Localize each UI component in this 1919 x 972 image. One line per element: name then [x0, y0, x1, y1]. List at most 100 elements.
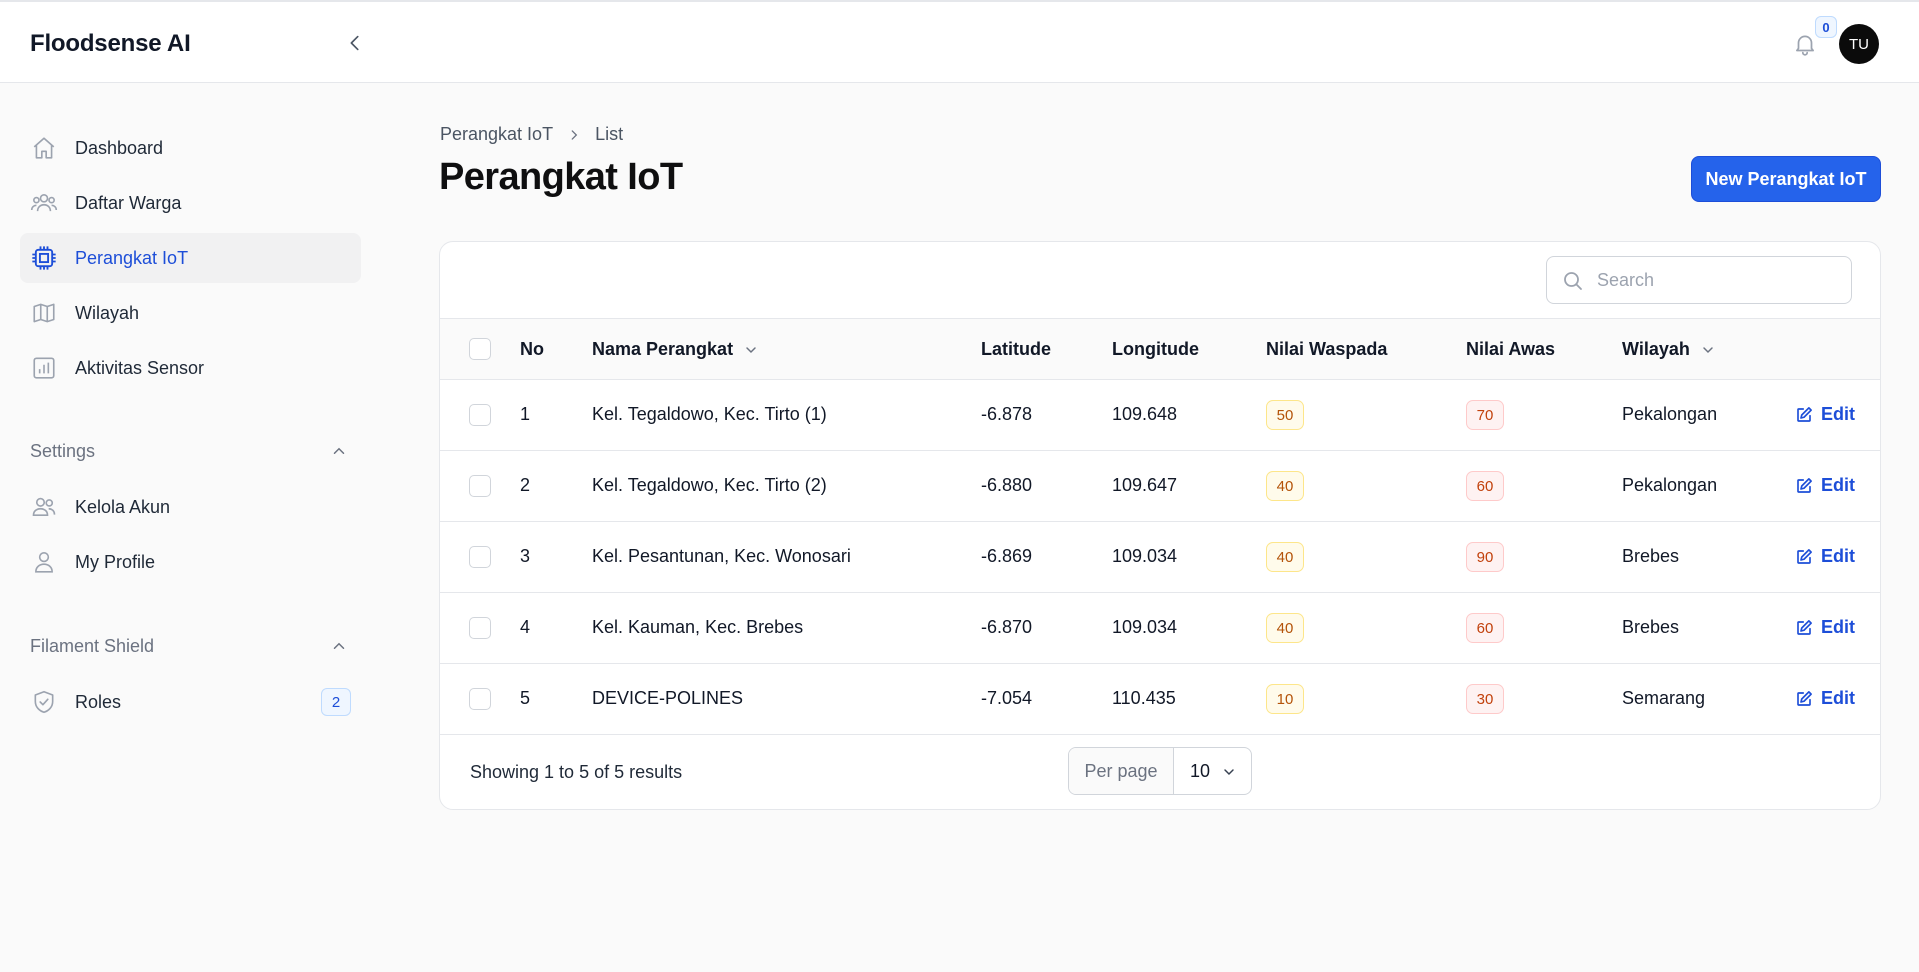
nilai-awas-badge: 60: [1466, 471, 1504, 501]
per-page-dropdown[interactable]: 10: [1174, 748, 1251, 794]
edit-label: Edit: [1821, 404, 1855, 424]
pencil-square-icon: [1795, 477, 1813, 495]
nilai-awas-badge: 90: [1466, 542, 1504, 572]
app-title: Floodsense AI: [30, 30, 191, 57]
results-summary: Showing 1 to 5 of 5 results: [470, 762, 683, 782]
sidebar-item-dashboard[interactable]: Dashboard: [20, 123, 361, 173]
row-checkbox[interactable]: [469, 475, 491, 497]
column-header-label: Nama Perangkat: [592, 339, 734, 359]
cell-no: 3: [520, 546, 531, 566]
sidebar-item-label: My Profile: [75, 551, 156, 572]
sidebar-item-kelola-akun[interactable]: Kelola Akun: [20, 482, 361, 532]
column-header-wilayah[interactable]: Wilayah: [1622, 339, 1716, 360]
edit-button[interactable]: Edit: [1795, 546, 1855, 567]
table-row[interactable]: 4 Kel. Kauman, Kec. Brebes -6.870 109.034 40…: [440, 593, 1880, 664]
sidebar-item-aktivitas-sensor[interactable]: Aktivitas Sensor: [20, 343, 361, 393]
table-row[interactable]: 5 DEVICE-POLINES -7.054 110.435 10 30 Semarang…: [440, 664, 1880, 735]
settings-group-header[interactable]: Settings: [30, 436, 350, 466]
row-checkbox[interactable]: [469, 688, 491, 710]
cell-latitude: -6.869: [981, 546, 1033, 566]
column-header-latitude: Latitude: [981, 339, 1051, 359]
sidebar-item-label: Kelola Akun: [75, 496, 171, 517]
nilai-waspada-badge: 40: [1266, 613, 1304, 643]
cell-wilayah: Semarang: [1622, 688, 1706, 708]
pencil-square-icon: [1795, 619, 1813, 637]
cell-longitude: 109.034: [1112, 617, 1178, 637]
column-header-longitude: Longitude: [1112, 339, 1199, 359]
shield-check-icon: [30, 688, 58, 716]
chart-bar-icon: [30, 354, 58, 382]
user-icon: [30, 548, 58, 576]
cell-nama-perangkat: Kel. Tegaldowo, Kec. Tirto (2): [592, 475, 827, 495]
nilai-waspada-badge: 40: [1266, 542, 1304, 572]
cell-nama-perangkat: Kel. Kauman, Kec. Brebes: [592, 617, 804, 637]
chevron-up-icon: [328, 635, 350, 657]
row-checkbox[interactable]: [469, 617, 491, 639]
nilai-awas-badge: 30: [1466, 684, 1504, 714]
pencil-square-icon: [1795, 548, 1813, 566]
sidebar-item-wilayah[interactable]: Wilayah: [20, 288, 361, 338]
filament-shield-group-header[interactable]: Filament Shield: [30, 631, 350, 661]
sidebar-item-roles[interactable]: Roles 2: [20, 677, 361, 727]
sidebar: Dashboard Daftar Warga Perangkat IoT Wil…: [0, 83, 380, 972]
per-page-value: 10: [1190, 760, 1211, 781]
cell-longitude: 109.647: [1112, 475, 1178, 495]
cell-longitude: 109.648: [1112, 404, 1178, 424]
column-header-nilai-waspada: Nilai Waspada: [1266, 339, 1388, 359]
table-row[interactable]: 2 Kel. Tegaldowo, Kec. Tirto (2) -6.880 109…: [440, 451, 1880, 522]
sidebar-item-label: Wilayah: [75, 302, 140, 323]
column-header-nilai-awas: Nilai Awas: [1466, 339, 1556, 359]
column-header-nama-perangkat[interactable]: Nama Perangkat: [592, 339, 759, 360]
table-row[interactable]: 1 Kel. Tegaldowo, Kec. Tirto (1) -6.878 109…: [440, 380, 1880, 451]
edit-label: Edit: [1821, 688, 1855, 708]
sidebar-item-label: Aktivitas Sensor: [75, 357, 205, 378]
edit-button[interactable]: Edit: [1795, 617, 1855, 638]
pencil-square-icon: [1795, 690, 1813, 708]
sidebar-item-daftar-warga[interactable]: Daftar Warga: [20, 178, 361, 228]
cell-wilayah: Pekalongan: [1622, 475, 1718, 495]
cell-no: 4: [520, 617, 531, 637]
chevron-left-icon: [350, 35, 359, 51]
breadcrumb-current: List: [595, 124, 624, 144]
pencil-square-icon: [1795, 406, 1813, 424]
edit-button[interactable]: Edit: [1795, 688, 1855, 709]
collapse-sidebar-button[interactable]: [340, 28, 370, 58]
sidebar-item-label: Daftar Warga: [75, 192, 182, 213]
nilai-awas-badge: 70: [1466, 400, 1504, 430]
table-header: No Nama Perangkat Latitude Longitude Nil…: [440, 318, 1880, 380]
nilai-waspada-badge: 10: [1266, 684, 1304, 714]
cell-longitude: 109.034: [1112, 546, 1178, 566]
group-label: Settings: [30, 440, 96, 461]
notification-count-badge: 0: [1815, 16, 1837, 38]
sidebar-item-label: Roles: [75, 691, 122, 712]
table-row[interactable]: 3 Kel. Pesantunan, Kec. Wonosari -6.869 109…: [440, 522, 1880, 593]
cell-wilayah: Brebes: [1622, 617, 1680, 637]
page-title: Perangkat IoT: [439, 156, 683, 198]
edit-label: Edit: [1821, 617, 1855, 637]
chevron-right-icon: [567, 128, 581, 142]
edit-button[interactable]: Edit: [1795, 475, 1855, 496]
cell-latitude: -7.054: [981, 688, 1033, 708]
cell-latitude: -6.878: [981, 404, 1033, 424]
users-icon: [30, 493, 58, 521]
per-page-label: Per page: [1069, 748, 1174, 794]
user-avatar[interactable]: TU: [1839, 24, 1879, 64]
cell-wilayah: Brebes: [1622, 546, 1680, 566]
new-perangkat-iot-button[interactable]: New Perangkat IoT: [1691, 156, 1881, 202]
table-card: Search No Nama Perangkat Latitude Longit…: [439, 241, 1881, 810]
per-page-select[interactable]: Per page 10: [1068, 747, 1252, 795]
sidebar-item-perangkat-iot[interactable]: Perangkat IoT: [20, 233, 361, 283]
chevron-down-icon: [743, 342, 759, 358]
search-icon: [1564, 272, 1582, 290]
cell-no: 5: [520, 688, 531, 708]
row-checkbox[interactable]: [469, 404, 491, 426]
edit-button[interactable]: Edit: [1795, 404, 1855, 425]
select-all-checkbox[interactable]: [469, 338, 491, 360]
nilai-waspada-badge: 40: [1266, 471, 1304, 501]
cell-longitude: 110.435: [1112, 688, 1176, 708]
sidebar-item-my-profile[interactable]: My Profile: [20, 537, 361, 587]
map-icon: [30, 299, 58, 327]
breadcrumb-parent[interactable]: Perangkat IoT: [440, 124, 553, 145]
row-checkbox[interactable]: [469, 546, 491, 568]
search-input[interactable]: Search: [1546, 256, 1852, 304]
